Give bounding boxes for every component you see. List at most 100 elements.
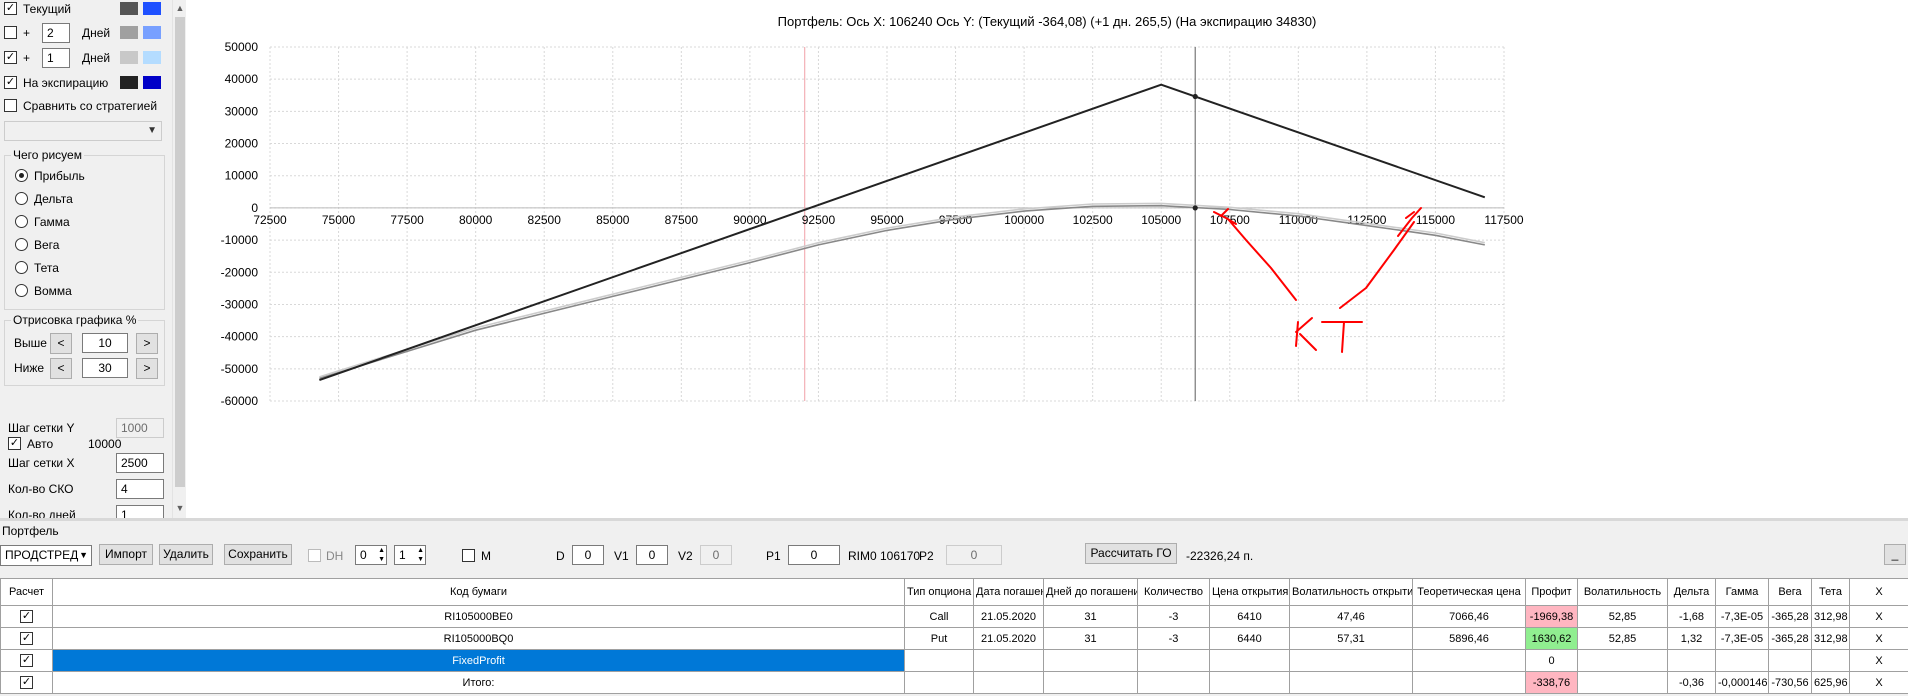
cell-vol-open: 47,46 [1289, 605, 1413, 628]
chart-area[interactable]: Портфель: Ось X: 106240 Ось Y: (Текущий … [186, 0, 1908, 518]
grid-y-input[interactable]: 1000 [116, 418, 164, 438]
series-current-color-2[interactable] [143, 2, 161, 15]
x-tick-label: 82500 [528, 213, 562, 227]
col-header[interactable]: X [1849, 578, 1908, 606]
row-calc-checkbox[interactable]: ✓ [20, 632, 33, 645]
col-header[interactable]: Гамма [1715, 578, 1769, 606]
col-header[interactable]: Расчет [0, 578, 53, 606]
radio-vega[interactable] [15, 238, 28, 251]
dh-checkbox[interactable] [308, 549, 321, 562]
row-calc-checkbox-cell[interactable]: ✓ [0, 605, 53, 628]
sko-input[interactable]: 4 [116, 479, 164, 499]
cell-vega: -365,28 [1768, 605, 1812, 628]
col-header[interactable]: Волатильность [1577, 578, 1668, 606]
minimize-button[interactable]: _ [1884, 544, 1906, 565]
series-expiry-color-2[interactable] [143, 76, 161, 89]
row-remove-button[interactable]: X [1849, 649, 1908, 672]
below-value-input[interactable]: 30 [82, 358, 128, 378]
table-row[interactable]: ✓ FixedProfit 0 X [0, 649, 1908, 672]
delete-button[interactable]: Удалить [159, 544, 213, 565]
radio-theta[interactable] [15, 261, 28, 274]
left-panel-scrollbar[interactable]: ▲ ▼ [172, 0, 186, 518]
table-row[interactable]: ✓ RI105000BQ0 Put 21.05.2020 31 -3 6440 57,31 58… [0, 627, 1908, 650]
spin-arrows-icon[interactable]: ▲ ▼ [417, 546, 424, 564]
below-decrease-button[interactable]: < [50, 358, 72, 379]
render-group-title: Отрисовка графика % [11, 313, 139, 327]
row-remove-button[interactable]: X [1849, 605, 1908, 628]
grid-x-input[interactable]: 2500 [116, 453, 164, 473]
radio-vomma[interactable] [15, 284, 28, 297]
import-button[interactable]: Импорт [99, 544, 153, 565]
cell-date [973, 671, 1044, 694]
col-header[interactable]: Волатильность открытия [1289, 578, 1413, 606]
p2-input[interactable]: 0 [946, 545, 1002, 565]
portfolio-label: Портфель [2, 524, 59, 538]
row-calc-checkbox[interactable]: ✓ [20, 676, 33, 689]
x-tick-label: 102500 [1073, 213, 1113, 227]
row-remove-button[interactable]: X [1849, 671, 1908, 694]
col-header[interactable]: Количество [1137, 578, 1210, 606]
dh-spin-2[interactable]: 1 ▲ ▼ [394, 545, 426, 565]
payoff-chart[interactable]: 72500 75000 77500 80000 82500 85000 87500 90000… [186, 0, 1908, 518]
calc-go-button[interactable]: Рассчитать ГО [1085, 543, 1177, 564]
series-current-checkbox[interactable]: ✓ [4, 2, 17, 15]
series-expiry-color-1[interactable] [120, 76, 138, 89]
col-header[interactable]: Профит [1525, 578, 1578, 606]
scroll-up-icon[interactable]: ▲ [173, 0, 187, 16]
above-increase-button[interactable]: > [136, 333, 158, 354]
radio-gamma[interactable] [15, 215, 28, 228]
col-header[interactable]: Цена открытия [1209, 578, 1290, 606]
scrollbar-thumb[interactable] [175, 17, 185, 487]
series-plus1-checkbox[interactable]: ✓ [4, 51, 17, 64]
col-header[interactable]: Дельта [1667, 578, 1716, 606]
y-tick-label: 40000 [225, 72, 259, 86]
compare-strategy-dropdown[interactable]: ▼ [4, 121, 162, 141]
strategy-dropdown[interactable]: ПРОДСТРЕД ▼ [0, 545, 92, 566]
days-count-input[interactable]: 1 [116, 505, 164, 518]
row-calc-checkbox-cell[interactable]: ✓ [0, 671, 53, 694]
row-calc-checkbox-cell[interactable]: ✓ [0, 627, 53, 650]
col-header[interactable]: Дней до погашения [1043, 578, 1138, 606]
p1-input[interactable]: 0 [788, 545, 840, 565]
dh-spin-1[interactable]: 0 ▲ ▼ [355, 545, 387, 565]
row-remove-button[interactable]: X [1849, 627, 1908, 650]
radio-profit[interactable] [15, 169, 28, 182]
above-decrease-button[interactable]: < [50, 333, 72, 354]
series-expiry-checkbox[interactable]: ✓ [4, 76, 17, 89]
above-value-input[interactable]: 10 [82, 333, 128, 353]
row-calc-checkbox[interactable]: ✓ [20, 654, 33, 667]
series-plus1-color-2[interactable] [143, 51, 161, 64]
col-header[interactable]: Вега [1768, 578, 1812, 606]
radio-delta[interactable] [15, 192, 28, 205]
series-plus2-color-2[interactable] [143, 26, 161, 39]
col-header[interactable]: Тета [1811, 578, 1850, 606]
cell-profit: 0 [1525, 649, 1578, 672]
col-header[interactable]: Код бумаги [52, 578, 905, 606]
render-group: Отрисовка графика % Выше < 10 > Ниже < 3… [4, 313, 165, 386]
compare-strategy-checkbox[interactable] [4, 99, 17, 112]
col-header[interactable]: Теоретическая цена [1412, 578, 1526, 606]
scroll-down-icon[interactable]: ▼ [173, 500, 187, 516]
col-header[interactable]: Дата погашения [973, 578, 1044, 606]
spin-arrows-icon[interactable]: ▲ ▼ [378, 546, 385, 564]
table-row[interactable]: ✓ RI105000BE0 Call 21.05.2020 31 -3 6410 47,46 7… [0, 605, 1908, 628]
series-plus2-days-input[interactable]: 2 [42, 23, 70, 43]
series-current-color-1[interactable] [120, 2, 138, 15]
series-plus2-checkbox[interactable] [4, 26, 17, 39]
table-row[interactable]: ✓ Итого: -338,76 -0,36 -0,000146 -730,56 625,9… [0, 671, 1908, 694]
v1-input[interactable]: 0 [636, 545, 668, 565]
below-increase-button[interactable]: > [136, 358, 158, 379]
auto-checkbox[interactable]: ✓ [8, 437, 21, 450]
row-calc-checkbox[interactable]: ✓ [20, 610, 33, 623]
series-plus2-color-1[interactable] [120, 26, 138, 39]
d-input[interactable]: 0 [572, 545, 604, 565]
splitter[interactable] [0, 518, 1908, 521]
save-button[interactable]: Сохранить [224, 544, 292, 565]
m-checkbox[interactable] [462, 549, 475, 562]
series-plus1-color-1[interactable] [120, 51, 138, 64]
series-plus1-days-input[interactable]: 1 [42, 48, 70, 68]
col-header[interactable]: Тип опциона [904, 578, 974, 606]
row-calc-checkbox-cell[interactable]: ✓ [0, 649, 53, 672]
series-line [319, 83, 1486, 382]
v2-input[interactable]: 0 [700, 545, 732, 565]
